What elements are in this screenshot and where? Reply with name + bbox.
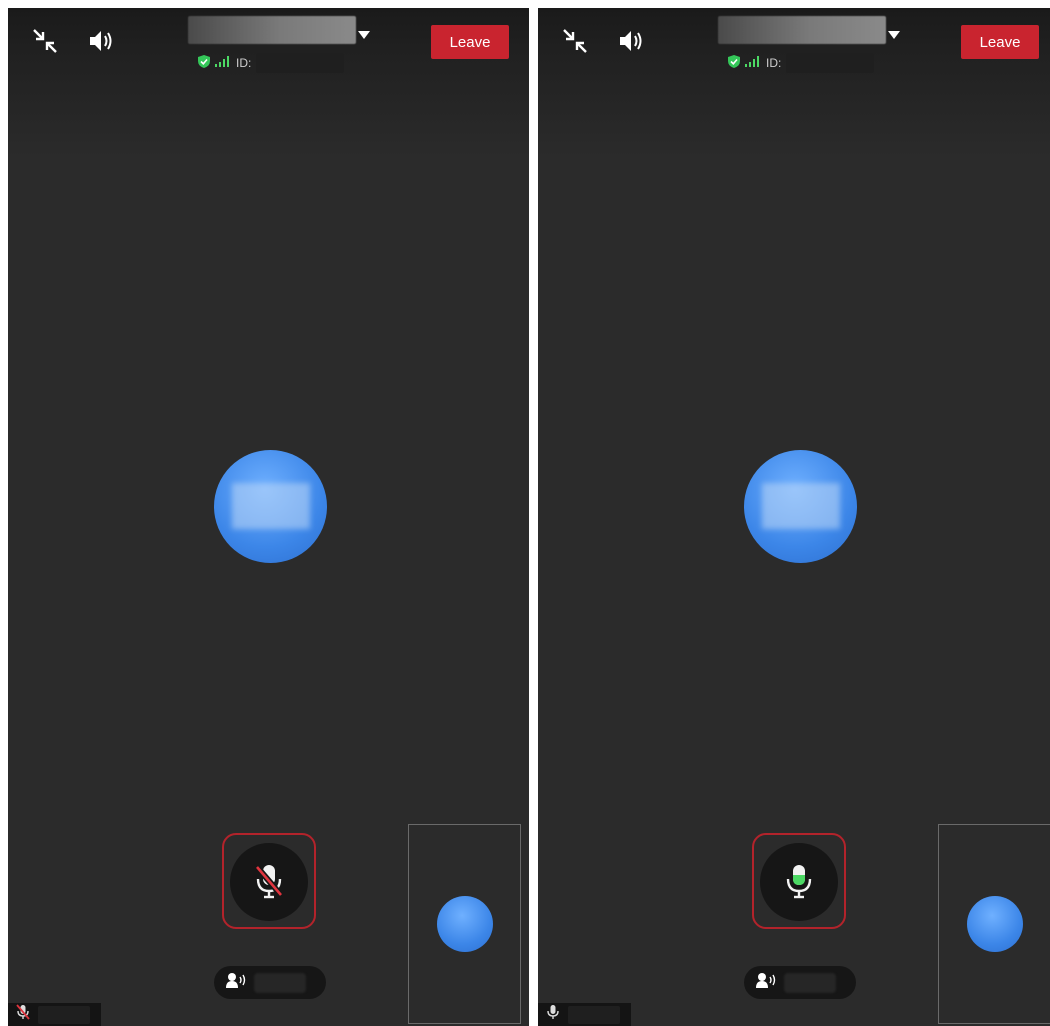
mic-toggle-button[interactable]	[760, 843, 838, 921]
avatar-initials	[232, 483, 310, 529]
speaking-participant-icon	[226, 972, 246, 993]
signal-icon	[745, 56, 761, 70]
call-header: ID: Leave	[8, 8, 529, 158]
chevron-down-icon[interactable]	[358, 26, 370, 44]
mic-muted-icon	[16, 1004, 30, 1025]
meeting-id-value	[786, 53, 875, 73]
self-avatar	[437, 896, 493, 952]
speaker-icon[interactable]	[616, 26, 646, 56]
meeting-id-value	[256, 53, 345, 73]
mic-active-icon	[779, 859, 819, 906]
speaking-participant-icon	[756, 972, 776, 993]
self-view-tile[interactable]	[938, 824, 1050, 1024]
speaker-name	[254, 972, 306, 993]
participant-avatar	[214, 450, 327, 563]
leave-button[interactable]: Leave	[431, 25, 509, 59]
mic-icon	[546, 1004, 560, 1025]
meeting-info: ID:	[728, 52, 875, 74]
call-screen-unmuted: ID: Leave	[538, 8, 1050, 1026]
active-speaker-indicator	[744, 966, 856, 999]
minimize-icon[interactable]	[30, 26, 60, 56]
leave-button[interactable]: Leave	[961, 25, 1039, 59]
shield-icon	[198, 55, 210, 71]
meeting-title[interactable]	[188, 16, 356, 44]
self-avatar	[967, 896, 1023, 952]
call-screen-muted: ID: Leave	[8, 8, 529, 1026]
chevron-down-icon[interactable]	[888, 26, 900, 44]
mic-toggle-button[interactable]	[230, 843, 308, 921]
meeting-title[interactable]	[718, 16, 886, 44]
meeting-id-label: ID:	[236, 56, 252, 70]
shield-icon	[728, 55, 740, 71]
minimize-icon[interactable]	[560, 26, 590, 56]
self-status-tag	[8, 1003, 101, 1026]
meeting-info: ID:	[198, 52, 345, 74]
speaker-name	[784, 972, 836, 993]
mic-muted-icon	[249, 859, 289, 906]
self-status-tag	[538, 1003, 631, 1026]
participant-avatar	[744, 450, 857, 563]
speaker-icon[interactable]	[86, 26, 116, 56]
self-view-tile[interactable]	[408, 824, 521, 1024]
call-header: ID: Leave	[538, 8, 1050, 158]
self-name	[568, 1005, 620, 1024]
active-speaker-indicator	[214, 966, 326, 999]
signal-icon	[215, 56, 231, 70]
self-name	[38, 1005, 90, 1024]
meeting-id-label: ID:	[766, 56, 782, 70]
avatar-initials	[762, 483, 840, 529]
